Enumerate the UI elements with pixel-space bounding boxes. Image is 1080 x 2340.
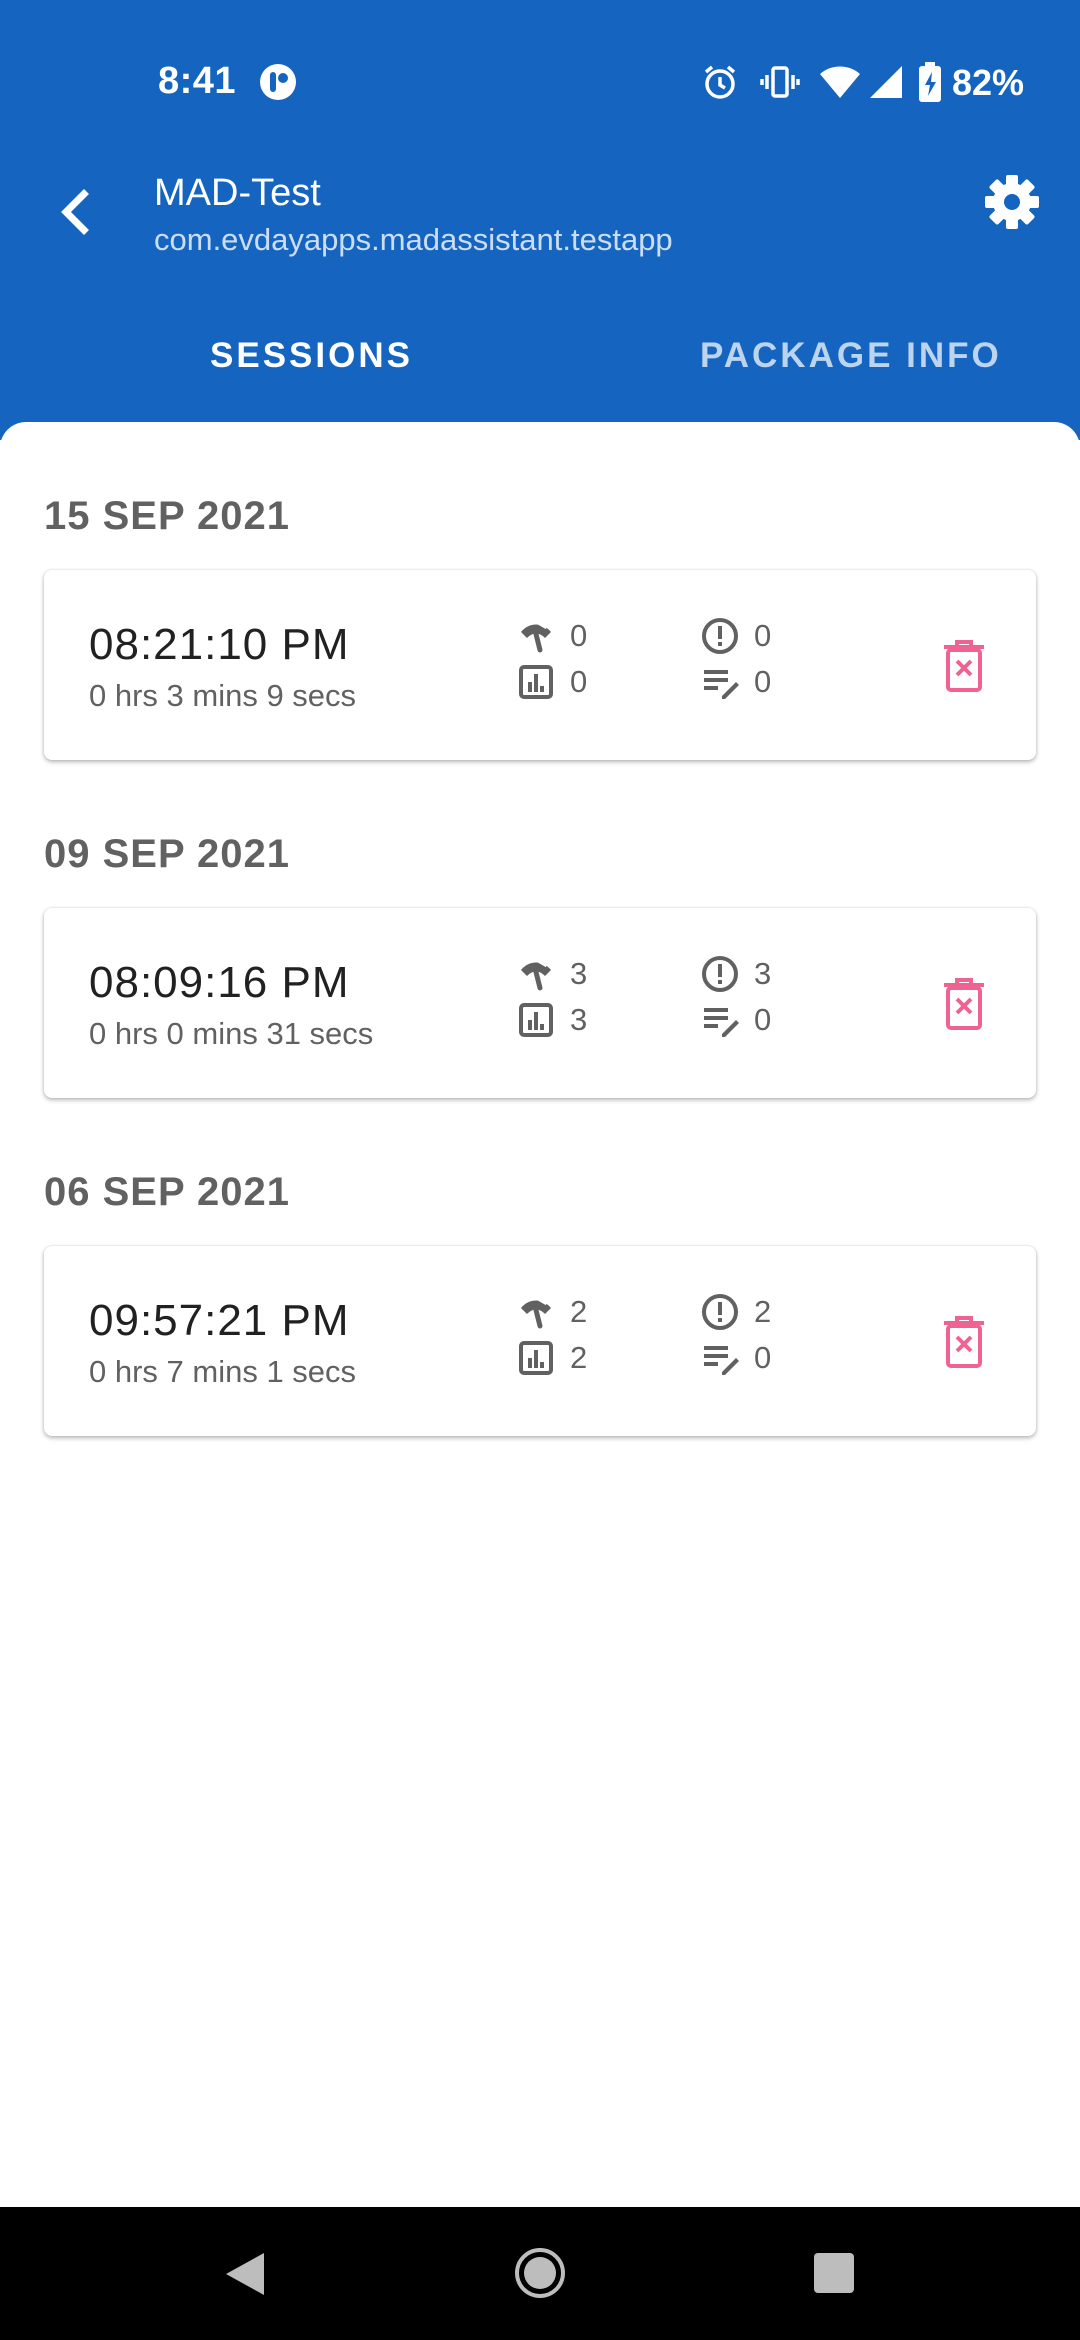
arrow-back-icon bbox=[61, 189, 89, 235]
session-duration: 0 hrs 7 mins 1 secs bbox=[89, 1354, 357, 1389]
analytics-count: 0 bbox=[570, 664, 588, 699]
exceptions-stat: 0 bbox=[700, 616, 771, 656]
analytics-icon bbox=[519, 665, 553, 699]
app-bar: 8:41 82% MAD-Test com.evdayapps.madassis… bbox=[0, 0, 1080, 440]
exceptions-count: 2 bbox=[754, 1294, 772, 1329]
tab-sessions[interactable]: SESSIONS bbox=[210, 336, 413, 376]
session-duration: 0 hrs 3 mins 9 secs bbox=[89, 678, 357, 713]
delete-icon bbox=[944, 640, 984, 692]
analytics-count: 3 bbox=[570, 1002, 588, 1037]
exceptions-count: 0 bbox=[754, 618, 772, 653]
network-count: 3 bbox=[570, 956, 588, 991]
nav-recents-button[interactable] bbox=[812, 2251, 856, 2300]
exceptions-stat: 2 bbox=[700, 1292, 771, 1332]
sessions-list: 15 SEP 2021 08:21:10 PM 0 hrs 3 mins 9 s… bbox=[0, 422, 1080, 2207]
network-icon bbox=[521, 957, 551, 991]
analytics-stat: 0 bbox=[516, 662, 587, 702]
network-stat: 0 bbox=[516, 616, 587, 656]
delete-icon bbox=[944, 1316, 984, 1368]
exceptions-stat: 3 bbox=[700, 954, 771, 994]
date-header: 15 SEP 2021 bbox=[44, 494, 291, 538]
logs-count: 0 bbox=[754, 1340, 772, 1375]
analytics-icon bbox=[519, 1003, 553, 1037]
logs-count: 0 bbox=[754, 1002, 772, 1037]
back-button[interactable] bbox=[52, 180, 104, 244]
session-time: 08:09:16 PM bbox=[89, 958, 350, 1007]
status-time: 8:41 bbox=[158, 60, 237, 102]
circle-home-icon bbox=[515, 2248, 565, 2298]
network-icon bbox=[521, 619, 551, 653]
tab-package-info[interactable]: PACKAGE INFO bbox=[700, 336, 1002, 376]
logs-stat: 0 bbox=[700, 1338, 771, 1378]
analytics-icon bbox=[519, 1341, 553, 1375]
system-nav-bar bbox=[0, 2207, 1080, 2340]
battery-icon bbox=[917, 60, 943, 109]
delete-session-button[interactable] bbox=[934, 636, 994, 696]
exclamation-icon bbox=[702, 956, 738, 992]
analytics-stat: 2 bbox=[516, 1338, 587, 1378]
session-card[interactable]: 09:57:21 PM 0 hrs 7 mins 1 secs 2 2 2 0 bbox=[44, 1246, 1036, 1436]
logs-icon bbox=[704, 670, 739, 699]
logs-stat: 0 bbox=[700, 1000, 771, 1040]
status-bar: 8:41 82% bbox=[0, 0, 1080, 170]
exclamation-icon bbox=[702, 618, 738, 654]
gear-icon bbox=[985, 175, 1039, 229]
network-count: 0 bbox=[570, 618, 588, 653]
exclamation-icon bbox=[702, 1294, 738, 1330]
signal-icon bbox=[866, 64, 904, 105]
logs-count: 0 bbox=[754, 664, 772, 699]
session-time: 08:21:10 PM bbox=[89, 620, 350, 669]
network-stat: 3 bbox=[516, 954, 587, 994]
logs-icon bbox=[704, 1008, 739, 1037]
nav-back-button[interactable] bbox=[222, 2249, 268, 2304]
date-header: 06 SEP 2021 bbox=[44, 1170, 291, 1214]
delete-icon bbox=[944, 978, 984, 1030]
triangle-back-icon bbox=[226, 2253, 264, 2295]
delete-session-button[interactable] bbox=[934, 974, 994, 1034]
alarm-icon bbox=[700, 62, 740, 107]
session-time: 09:57:21 PM bbox=[89, 1296, 350, 1345]
battery-percent: 82% bbox=[952, 62, 1025, 103]
notification-icon bbox=[258, 62, 298, 107]
logs-stat: 0 bbox=[700, 662, 771, 702]
network-icon bbox=[521, 1295, 551, 1329]
vibrate-icon bbox=[760, 62, 800, 107]
logs-icon bbox=[704, 1346, 739, 1375]
analytics-count: 2 bbox=[570, 1340, 588, 1375]
app-title: MAD-Test bbox=[154, 172, 321, 214]
network-stat: 2 bbox=[516, 1292, 587, 1332]
network-count: 2 bbox=[570, 1294, 588, 1329]
square-recents-icon bbox=[814, 2253, 854, 2293]
settings-button[interactable] bbox=[982, 172, 1042, 232]
wifi-icon bbox=[818, 62, 862, 107]
date-header: 09 SEP 2021 bbox=[44, 832, 291, 876]
exceptions-count: 3 bbox=[754, 956, 772, 991]
package-name: com.evdayapps.madassistant.testapp bbox=[154, 222, 673, 257]
delete-session-button[interactable] bbox=[934, 1312, 994, 1372]
analytics-stat: 3 bbox=[516, 1000, 587, 1040]
nav-home-button[interactable] bbox=[514, 2247, 566, 2304]
session-duration: 0 hrs 0 mins 31 secs bbox=[89, 1016, 374, 1051]
session-card[interactable]: 08:21:10 PM 0 hrs 3 mins 9 secs 0 0 0 0 bbox=[44, 570, 1036, 760]
session-card[interactable]: 08:09:16 PM 0 hrs 0 mins 31 secs 3 3 3 0 bbox=[44, 908, 1036, 1098]
